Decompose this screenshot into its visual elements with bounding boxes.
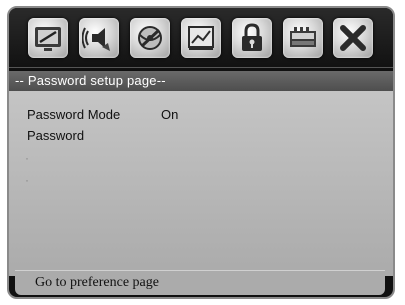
settings-panel: Password Mode On Password · · xyxy=(9,91,393,276)
audio-setup-icon[interactable] xyxy=(79,17,120,58)
page-title: -- Password setup page-- xyxy=(15,73,166,88)
empty-row-marker: · xyxy=(25,151,29,165)
status-hint: Go to preference page xyxy=(35,275,159,290)
digital-setup-icon[interactable] xyxy=(282,17,323,58)
page-title-bar: -- Password setup page-- xyxy=(9,71,393,91)
password-mode-label: Password Mode xyxy=(27,107,121,122)
setup-toolbar xyxy=(9,8,393,68)
empty-row-marker: · xyxy=(25,173,29,187)
video-setup-icon[interactable] xyxy=(130,17,171,58)
general-setup-icon[interactable] xyxy=(28,17,69,58)
preference-icon[interactable] xyxy=(180,17,221,58)
password-label: Password xyxy=(27,128,85,143)
password-mode-row[interactable]: Password Mode On xyxy=(27,107,178,122)
setup-menu-window: -- Password setup page-- Password Mode O… xyxy=(7,6,395,299)
exit-icon[interactable] xyxy=(333,17,374,58)
status-bar: Go to preference page xyxy=(15,270,385,295)
password-mode-value[interactable]: On xyxy=(161,107,178,122)
password-lock-icon[interactable] xyxy=(231,17,272,58)
password-row[interactable]: Password xyxy=(27,128,84,143)
